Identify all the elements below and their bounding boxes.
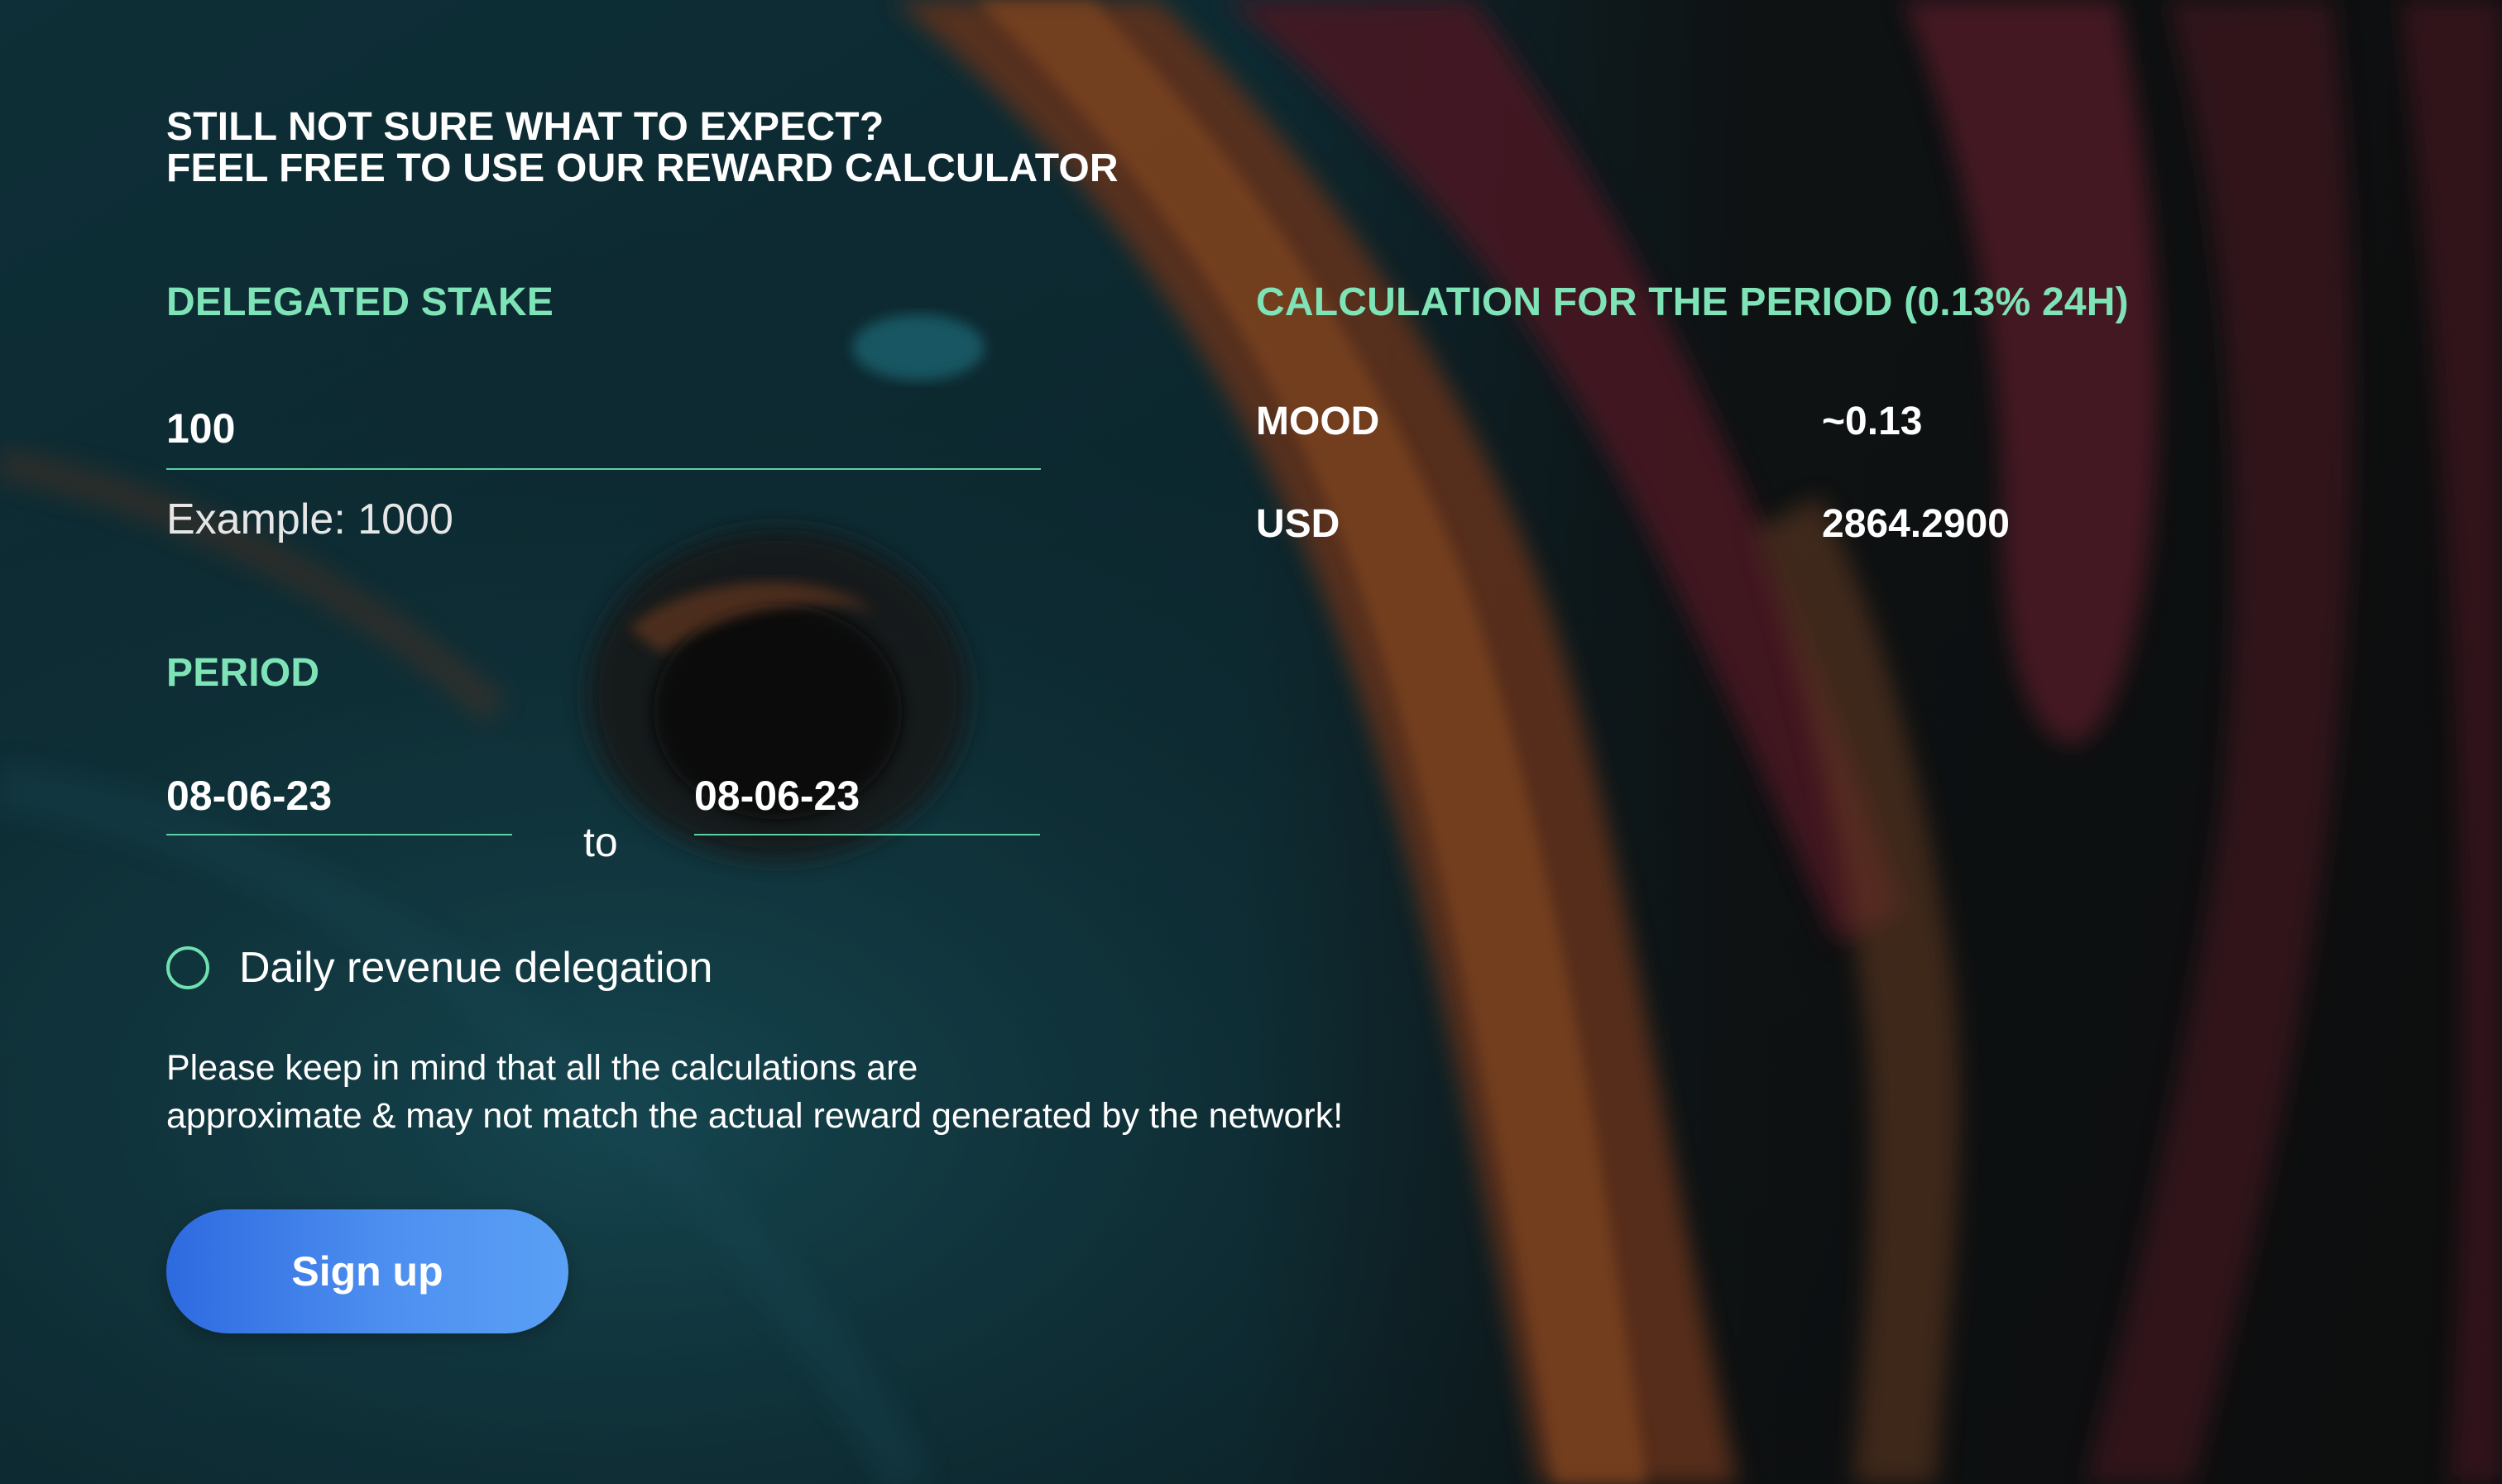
period-title: PERIOD [166,651,320,695]
sign-up-button[interactable]: Sign up [166,1209,568,1333]
disclaimer-text: Please keep in mind that all the calcula… [166,1044,1490,1140]
stake-field-wrapper [166,389,1041,472]
period-to-label: to [583,819,618,865]
result-value-usd: 2864.2900 [1822,502,2010,546]
period-from-input[interactable] [166,758,512,835]
result-value-mood: ~0.13 [1822,400,1923,443]
headline-line-2: FEEL FREE TO USE OUR REWARD CALCULATOR [166,146,1119,190]
period-to-input[interactable] [694,758,1040,835]
stake-example-hint: Example: 1000 [166,495,453,543]
result-label-mood: MOOD [1256,400,1380,443]
delegated-stake-title: DELEGATED STAKE [166,280,554,324]
headline: STILL NOT SURE WHAT TO EXPECT? FEEL FREE… [166,107,1119,189]
headline-line-1: STILL NOT SURE WHAT TO EXPECT? [166,105,884,149]
calculation-title: CALCULATION FOR THE PERIOD (0.13% 24H) [1256,280,2129,324]
stake-input[interactable] [166,389,1041,470]
radio-button[interactable] [166,946,209,989]
result-label-usd: USD [1256,502,1340,546]
disclaimer-line-1: Please keep in mind that all the calcula… [166,1048,918,1088]
daily-revenue-option[interactable]: Daily revenue delegation [166,943,712,993]
disclaimer-line-2: approximate & may not match the actual r… [166,1096,1344,1136]
daily-revenue-label: Daily revenue delegation [239,944,713,992]
